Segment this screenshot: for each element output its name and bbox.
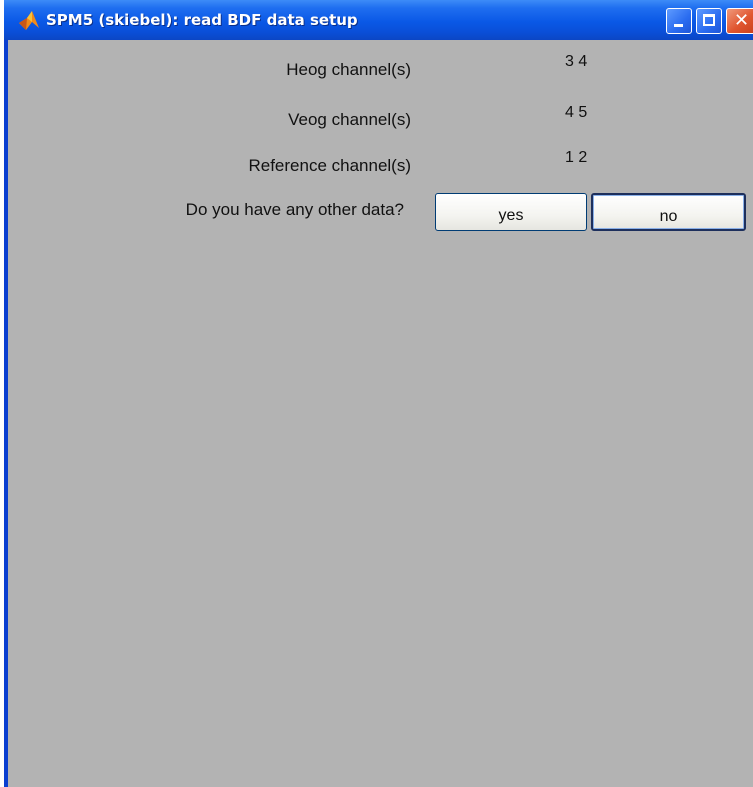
veog-channel-value: 4 5 xyxy=(565,104,588,121)
heog-channel-label: Heog channel(s) xyxy=(286,60,411,79)
window-title: SPM5 (skiebel): read BDF data setup xyxy=(46,11,358,29)
title-bar[interactable]: SPM5 (skiebel): read BDF data setup ✕ xyxy=(4,0,753,40)
close-icon: ✕ xyxy=(733,10,750,31)
minimize-icon xyxy=(674,24,683,27)
minimize-button[interactable] xyxy=(666,8,692,34)
other-data-question: Do you have any other data? xyxy=(185,200,404,219)
heog-channel-value: 3 4 xyxy=(565,53,588,70)
spm-dialog-window: SPM5 (skiebel): read BDF data setup ✕ He… xyxy=(4,0,753,787)
close-button[interactable]: ✕ xyxy=(726,8,753,34)
yes-button[interactable]: yes xyxy=(435,193,587,231)
matlab-icon xyxy=(19,11,39,30)
no-button[interactable]: no xyxy=(591,193,746,231)
reference-channel-label: Reference channel(s) xyxy=(248,156,411,175)
maximize-icon xyxy=(703,14,715,26)
veog-channel-label: Veog channel(s) xyxy=(288,110,411,129)
maximize-button[interactable] xyxy=(696,8,722,34)
reference-channel-value: 1 2 xyxy=(565,149,588,166)
